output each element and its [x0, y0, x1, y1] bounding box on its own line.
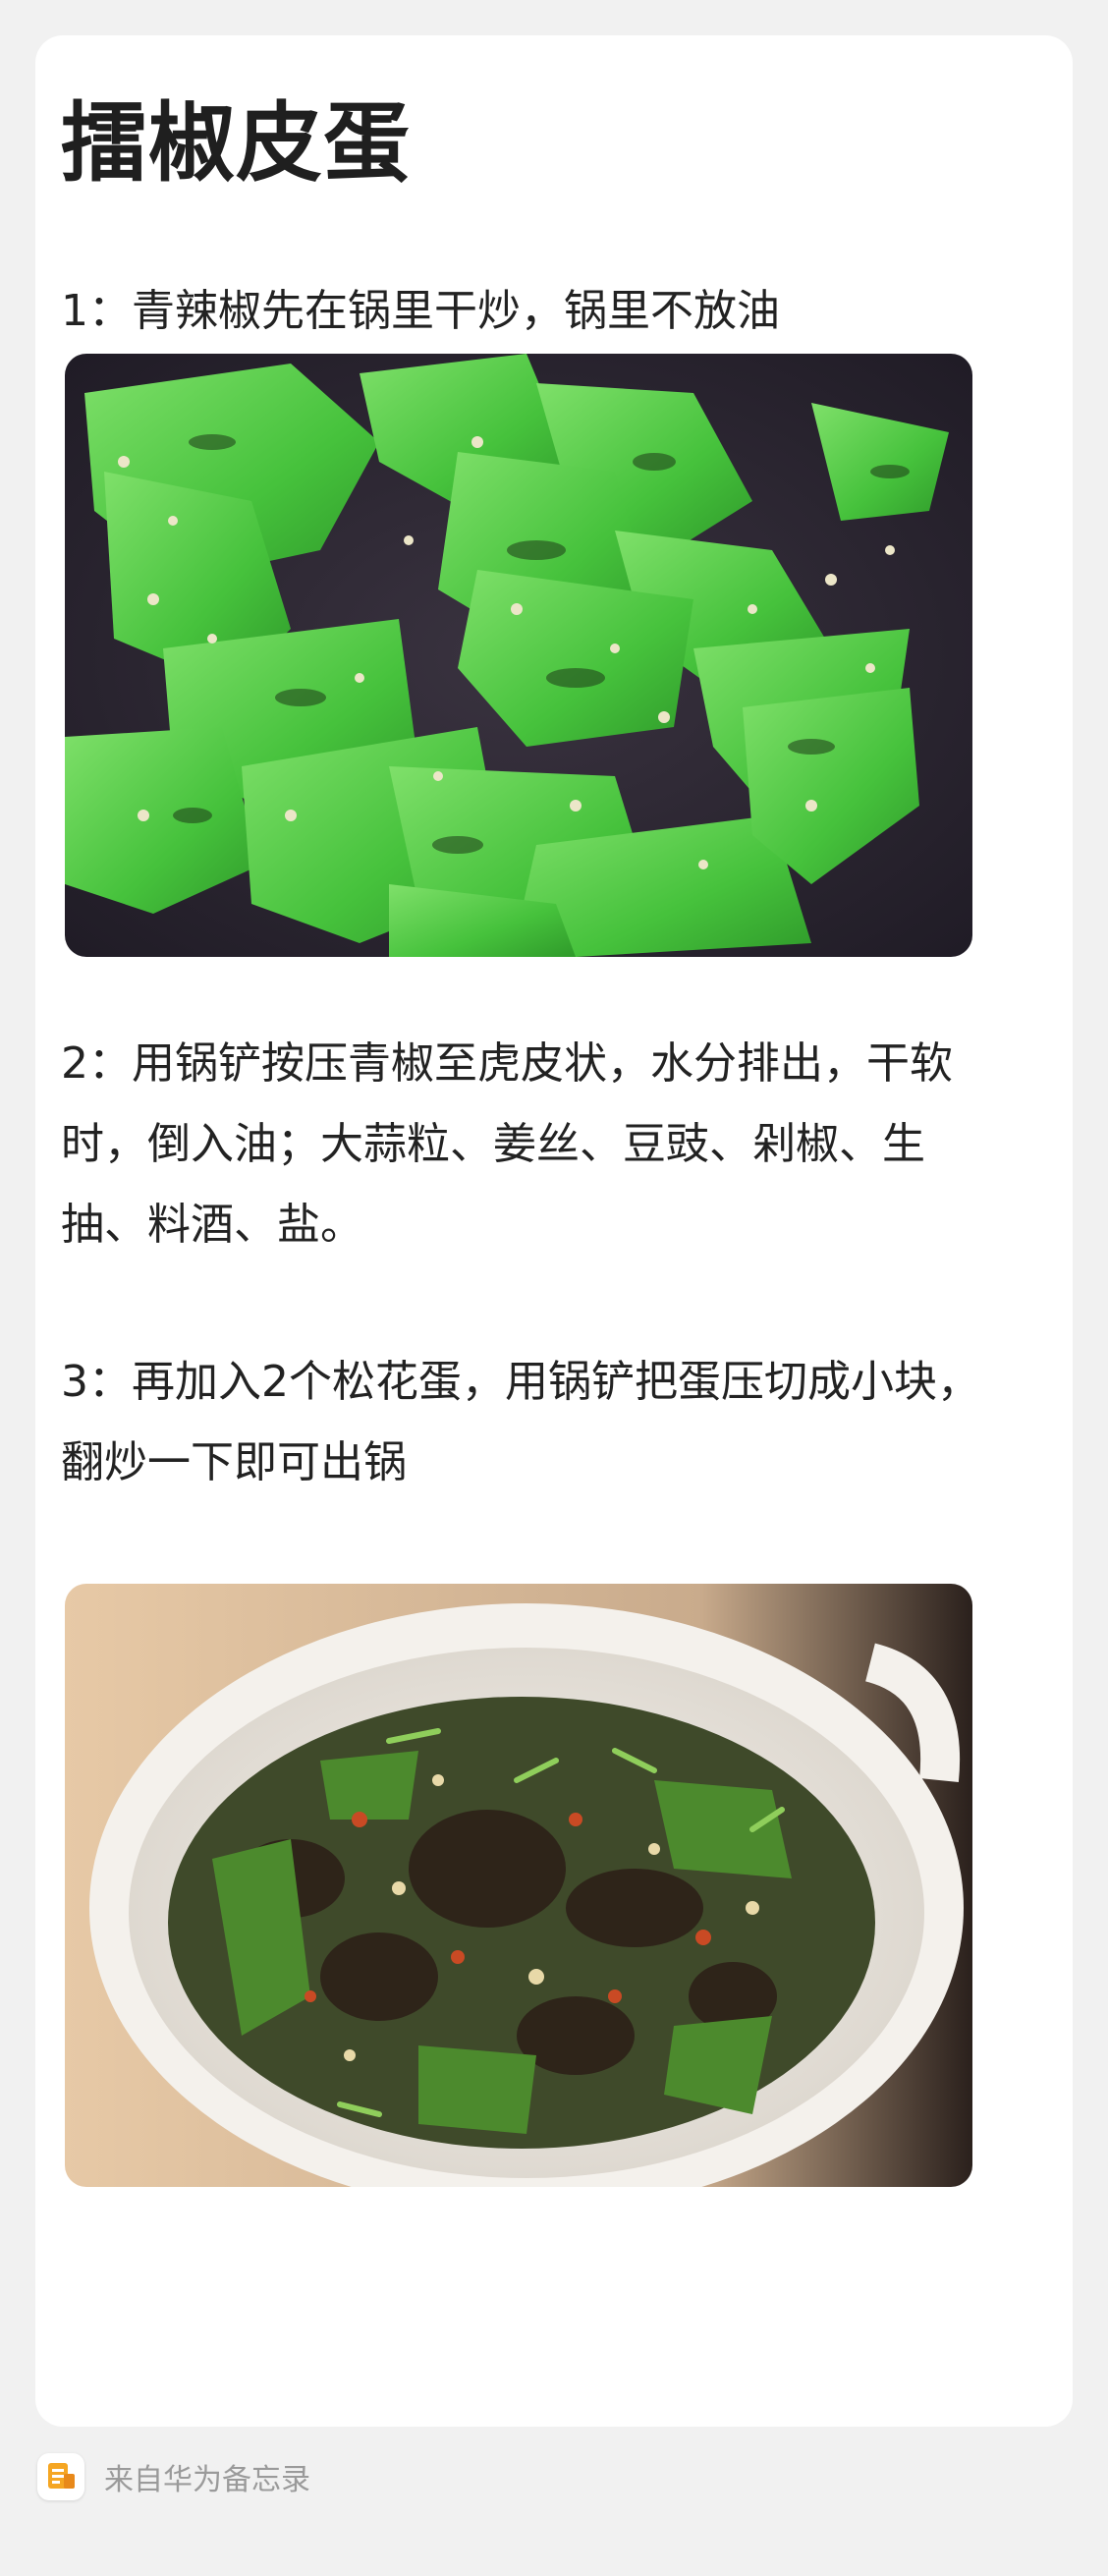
huawei-notepad-icon	[37, 2453, 84, 2500]
note-title: 擂椒皮蛋	[61, 92, 412, 194]
peppers-image	[65, 354, 972, 957]
source-footer: 来自华为备忘录	[37, 2452, 310, 2501]
step-2-text: 2：用锅铲按压青椒至虎皮状，水分排出，干软时，倒入油；大蒜粒、姜丝、豆豉、剁椒、…	[61, 1038, 953, 1250]
step-1-text: 1：青辣椒先在锅里干炒，锅里不放油	[61, 286, 780, 336]
dish-image	[65, 1584, 972, 2187]
source-label: 来自华为备忘录	[104, 2463, 310, 2497]
photo-charred-peppers[interactable]	[65, 354, 972, 957]
photo-finished-dish[interactable]	[65, 1584, 972, 2187]
step-3-text: 3：再加入2个松花蛋，用锅铲把蛋压切成小块，翻炒一下即可出锅	[61, 1357, 980, 1487]
